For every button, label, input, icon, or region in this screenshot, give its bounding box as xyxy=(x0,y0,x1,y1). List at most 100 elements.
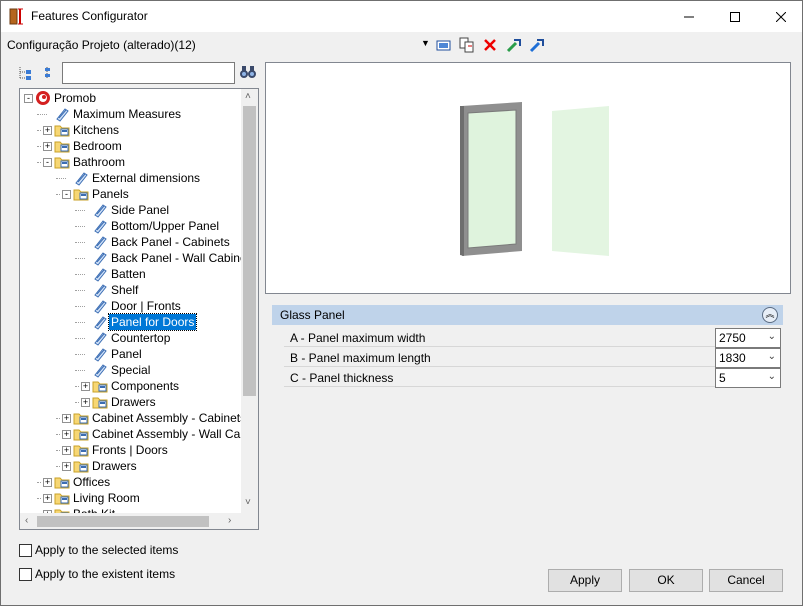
tree-item[interactable]: + Offices xyxy=(20,474,241,490)
tree-item[interactable]: Bottom/Upper Panel xyxy=(20,218,241,234)
expand-icon[interactable]: + xyxy=(81,398,90,407)
tree-horizontal-scroll-thumb[interactable] xyxy=(37,516,209,527)
tree-item-label[interactable]: Door | Fronts xyxy=(109,298,183,314)
scroll-down-icon[interactable]: ˅ xyxy=(245,497,251,508)
tree-item[interactable]: Panel for Doors xyxy=(20,313,241,331)
expand-icon[interactable]: + xyxy=(62,462,71,471)
tree-item[interactable]: + Drawers xyxy=(20,394,241,410)
tree-item[interactable]: + Kitchens xyxy=(20,122,241,138)
tree-item-label[interactable]: Promob xyxy=(52,90,98,106)
expand-icon[interactable]: + xyxy=(62,414,71,423)
tree-item[interactable]: Shelf xyxy=(20,282,241,298)
tree-item-label[interactable]: Fronts | Doors xyxy=(90,442,170,458)
tree-item-label[interactable]: Countertop xyxy=(109,330,172,346)
chevron-down-icon[interactable]: ⌄ xyxy=(768,331,776,342)
tree-item-label[interactable]: External dimensions xyxy=(90,170,202,186)
apply-selected-checkbox[interactable] xyxy=(19,544,32,557)
tree-item[interactable]: Door | Fronts xyxy=(20,298,241,314)
tree-item-label[interactable]: Bedroom xyxy=(71,138,124,154)
collapse-tree-icon[interactable] xyxy=(41,65,57,81)
panel-max-length-select[interactable]: 1830 ⌄ xyxy=(715,348,781,368)
tree-horizontal-scrollbar[interactable]: ‹ › xyxy=(20,513,258,529)
tree-item-label[interactable]: Components xyxy=(109,378,181,394)
apply-existent-checkbox[interactable] xyxy=(19,568,32,581)
collapse-icon[interactable]: - xyxy=(24,94,33,103)
chevron-down-icon[interactable]: ⌄ xyxy=(768,371,776,382)
tree-item-label[interactable]: Cabinet Assembly - Cabinets xyxy=(90,410,248,426)
tree-item[interactable]: - Panels xyxy=(20,186,241,202)
tree-item[interactable]: Side Panel xyxy=(20,202,241,218)
collapse-icon[interactable]: - xyxy=(43,158,52,167)
delete-icon[interactable] xyxy=(482,37,498,53)
tree-item-label[interactable]: Side Panel xyxy=(109,202,171,218)
tree-item[interactable]: Back Panel - Cabinets xyxy=(20,234,241,250)
tree-vertical-scrollbar[interactable]: ˄ ˅ xyxy=(241,89,258,513)
tree-item-label[interactable]: Panels xyxy=(90,186,131,202)
tree-item[interactable]: Maximum Measures xyxy=(20,106,241,122)
expand-icon[interactable]: + xyxy=(43,494,52,503)
expand-icon[interactable]: + xyxy=(43,126,52,135)
tree-item-label[interactable]: Drawers xyxy=(90,458,139,474)
tree-item-label[interactable]: Panel for Doors xyxy=(107,313,198,331)
binoculars-icon[interactable] xyxy=(239,64,257,80)
tree-item[interactable]: Panel xyxy=(20,346,241,362)
3d-preview[interactable] xyxy=(265,62,791,294)
features-tree[interactable]: - Promob Maximum Measures + Kitchens + Bedroom… xyxy=(19,88,259,530)
minimize-button[interactable] xyxy=(666,1,712,32)
tree-item-label[interactable]: Kitchens xyxy=(71,122,121,138)
tree-item-label[interactable]: Living Room xyxy=(71,490,142,506)
tree-item-label[interactable]: Batten xyxy=(109,266,148,282)
tree-item[interactable]: Batten xyxy=(20,266,241,282)
tree-item[interactable]: + Living Room xyxy=(20,490,241,506)
tree-item[interactable]: - Promob xyxy=(20,90,241,106)
ok-button[interactable]: OK xyxy=(629,569,703,592)
tree-item[interactable]: + Fronts | Doors xyxy=(20,442,241,458)
export-icon[interactable] xyxy=(529,37,545,53)
close-button[interactable] xyxy=(758,1,804,32)
tree-item[interactable]: + Bedroom xyxy=(20,138,241,154)
dropdown-icon[interactable]: ▼ xyxy=(421,38,430,48)
expand-icon[interactable]: + xyxy=(43,478,52,487)
tree-item-label[interactable]: Bottom/Upper Panel xyxy=(109,218,221,234)
scroll-right-icon[interactable]: › xyxy=(228,515,231,526)
chevron-down-icon[interactable]: ⌄ xyxy=(768,351,776,362)
glass-panel-section-header[interactable]: Glass Panel ︽ xyxy=(272,305,783,325)
scroll-up-icon[interactable]: ˄ xyxy=(245,91,251,102)
expand-tree-icon[interactable] xyxy=(17,65,33,81)
search-input[interactable] xyxy=(62,62,235,84)
panel-thickness-select[interactable]: 5 ⌄ xyxy=(715,368,781,388)
screen-icon[interactable] xyxy=(436,37,452,53)
tree-item-label[interactable]: Cabinet Assembly - Wall Cabinets xyxy=(90,426,258,442)
tree-item-label[interactable]: Panel xyxy=(109,346,144,362)
tree-item[interactable]: + Cabinet Assembly - Cabinets xyxy=(20,410,246,426)
tree-item[interactable]: + Cabinet Assembly - Wall Cabinets xyxy=(20,426,258,442)
cancel-button[interactable]: Cancel xyxy=(709,569,783,592)
tree-item[interactable]: Special xyxy=(20,362,241,378)
tree-item-label[interactable]: Back Panel - Wall Cabinets xyxy=(109,250,258,266)
collapse-section-icon[interactable]: ︽ xyxy=(762,307,778,323)
tree-item-label[interactable]: Offices xyxy=(71,474,112,490)
tree-item[interactable]: Countertop xyxy=(20,330,241,346)
tree-item[interactable]: - Bathroom xyxy=(20,154,241,170)
maximize-button[interactable] xyxy=(712,1,758,32)
panel-max-width-select[interactable]: 2750 ⌄ xyxy=(715,328,781,348)
tree-item-label[interactable]: Shelf xyxy=(109,282,140,298)
tree-vertical-scroll-thumb[interactable] xyxy=(243,106,256,396)
scroll-left-icon[interactable]: ‹ xyxy=(25,515,28,526)
expand-icon[interactable]: + xyxy=(81,382,90,391)
expand-icon[interactable]: + xyxy=(43,142,52,151)
tree-item[interactable]: + Components xyxy=(20,378,241,394)
collapse-icon[interactable]: - xyxy=(62,190,71,199)
tree-item[interactable]: External dimensions xyxy=(20,170,241,186)
expand-icon[interactable]: + xyxy=(62,446,71,455)
tree-item[interactable]: + Drawers xyxy=(20,458,241,474)
tree-item-label[interactable]: Drawers xyxy=(109,394,158,410)
apply-button[interactable]: Apply xyxy=(548,569,622,592)
tree-item-label[interactable]: Bathroom xyxy=(71,154,127,170)
tree-item-label[interactable]: Special xyxy=(109,362,152,378)
tree-item-label[interactable]: Back Panel - Cabinets xyxy=(109,234,232,250)
expand-icon[interactable]: + xyxy=(62,430,71,439)
import-icon[interactable] xyxy=(506,37,522,53)
tree-item[interactable]: Back Panel - Wall Cabinets xyxy=(20,250,256,266)
tree-item-label[interactable]: Maximum Measures xyxy=(71,106,183,122)
